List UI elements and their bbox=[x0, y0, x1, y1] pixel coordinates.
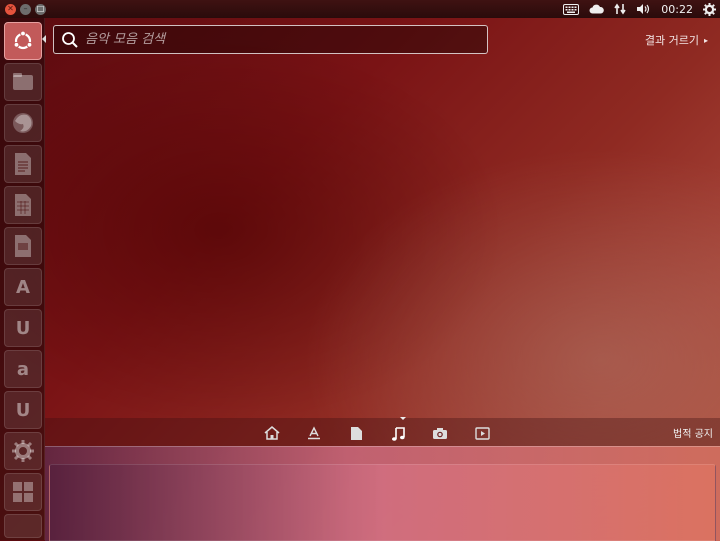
maximize-icon[interactable]: □ bbox=[35, 3, 46, 15]
search-icon bbox=[62, 31, 78, 48]
software-center-glyph: A bbox=[16, 276, 30, 298]
ubuntu-one-glyph: U bbox=[15, 317, 31, 339]
lens-icons bbox=[262, 424, 492, 442]
legal-notice-link[interactable]: 법적 공지 bbox=[673, 425, 713, 440]
software-center-icon[interactable]: A bbox=[4, 268, 42, 306]
ubuntu-one-icon[interactable]: U bbox=[4, 309, 42, 347]
photos-icon[interactable] bbox=[430, 424, 450, 442]
applications-icon[interactable] bbox=[304, 424, 324, 442]
network-icon[interactable] bbox=[614, 3, 626, 15]
volume-icon[interactable] bbox=[636, 3, 651, 15]
search-input[interactable] bbox=[83, 31, 467, 48]
writer-icon[interactable] bbox=[4, 145, 42, 183]
close-icon[interactable]: ✕ bbox=[5, 3, 16, 15]
ubuntu-one-music-glyph: U bbox=[15, 399, 31, 421]
calc-icon[interactable] bbox=[4, 186, 42, 224]
filter-results-button[interactable]: 결과 거르기 ▸ bbox=[645, 32, 708, 48]
filter-results-label: 결과 거르기 bbox=[644, 34, 699, 47]
launcher-active-arrow bbox=[42, 35, 46, 43]
video-icon[interactable] bbox=[472, 424, 492, 442]
impress-icon[interactable] bbox=[4, 227, 42, 265]
trash-icon[interactable] bbox=[4, 514, 42, 538]
firefox-icon[interactable] bbox=[4, 104, 42, 142]
cloud-icon[interactable] bbox=[589, 4, 605, 14]
indicator-area: 00:22 bbox=[563, 0, 716, 18]
search-box[interactable] bbox=[53, 25, 488, 54]
system-settings-icon[interactable] bbox=[4, 432, 42, 470]
workspace-switcher-icon[interactable] bbox=[4, 473, 42, 511]
results-panel bbox=[45, 446, 720, 541]
amazon-icon[interactable]: a bbox=[4, 350, 42, 388]
ubuntu-logo-icon[interactable] bbox=[4, 22, 42, 60]
files-icon[interactable] bbox=[4, 63, 42, 101]
chevron-right-icon: ▸ bbox=[703, 35, 708, 45]
ubuntu-one-music-icon[interactable]: U bbox=[4, 391, 42, 429]
home-icon[interactable] bbox=[262, 424, 282, 442]
music-icon[interactable] bbox=[388, 424, 408, 442]
files-lens-icon[interactable] bbox=[346, 424, 366, 442]
gear-icon[interactable] bbox=[703, 2, 716, 16]
launcher: A U a U bbox=[0, 18, 45, 540]
minimize-icon[interactable]: – bbox=[20, 3, 31, 15]
amazon-glyph: a bbox=[16, 358, 30, 380]
keyboard-icon[interactable] bbox=[563, 3, 580, 15]
results-content bbox=[49, 464, 716, 541]
active-lens-indicator bbox=[400, 417, 406, 420]
clock[interactable]: 00:22 bbox=[661, 3, 693, 16]
top-panel: ✕ – □ 00:22 bbox=[0, 0, 720, 18]
